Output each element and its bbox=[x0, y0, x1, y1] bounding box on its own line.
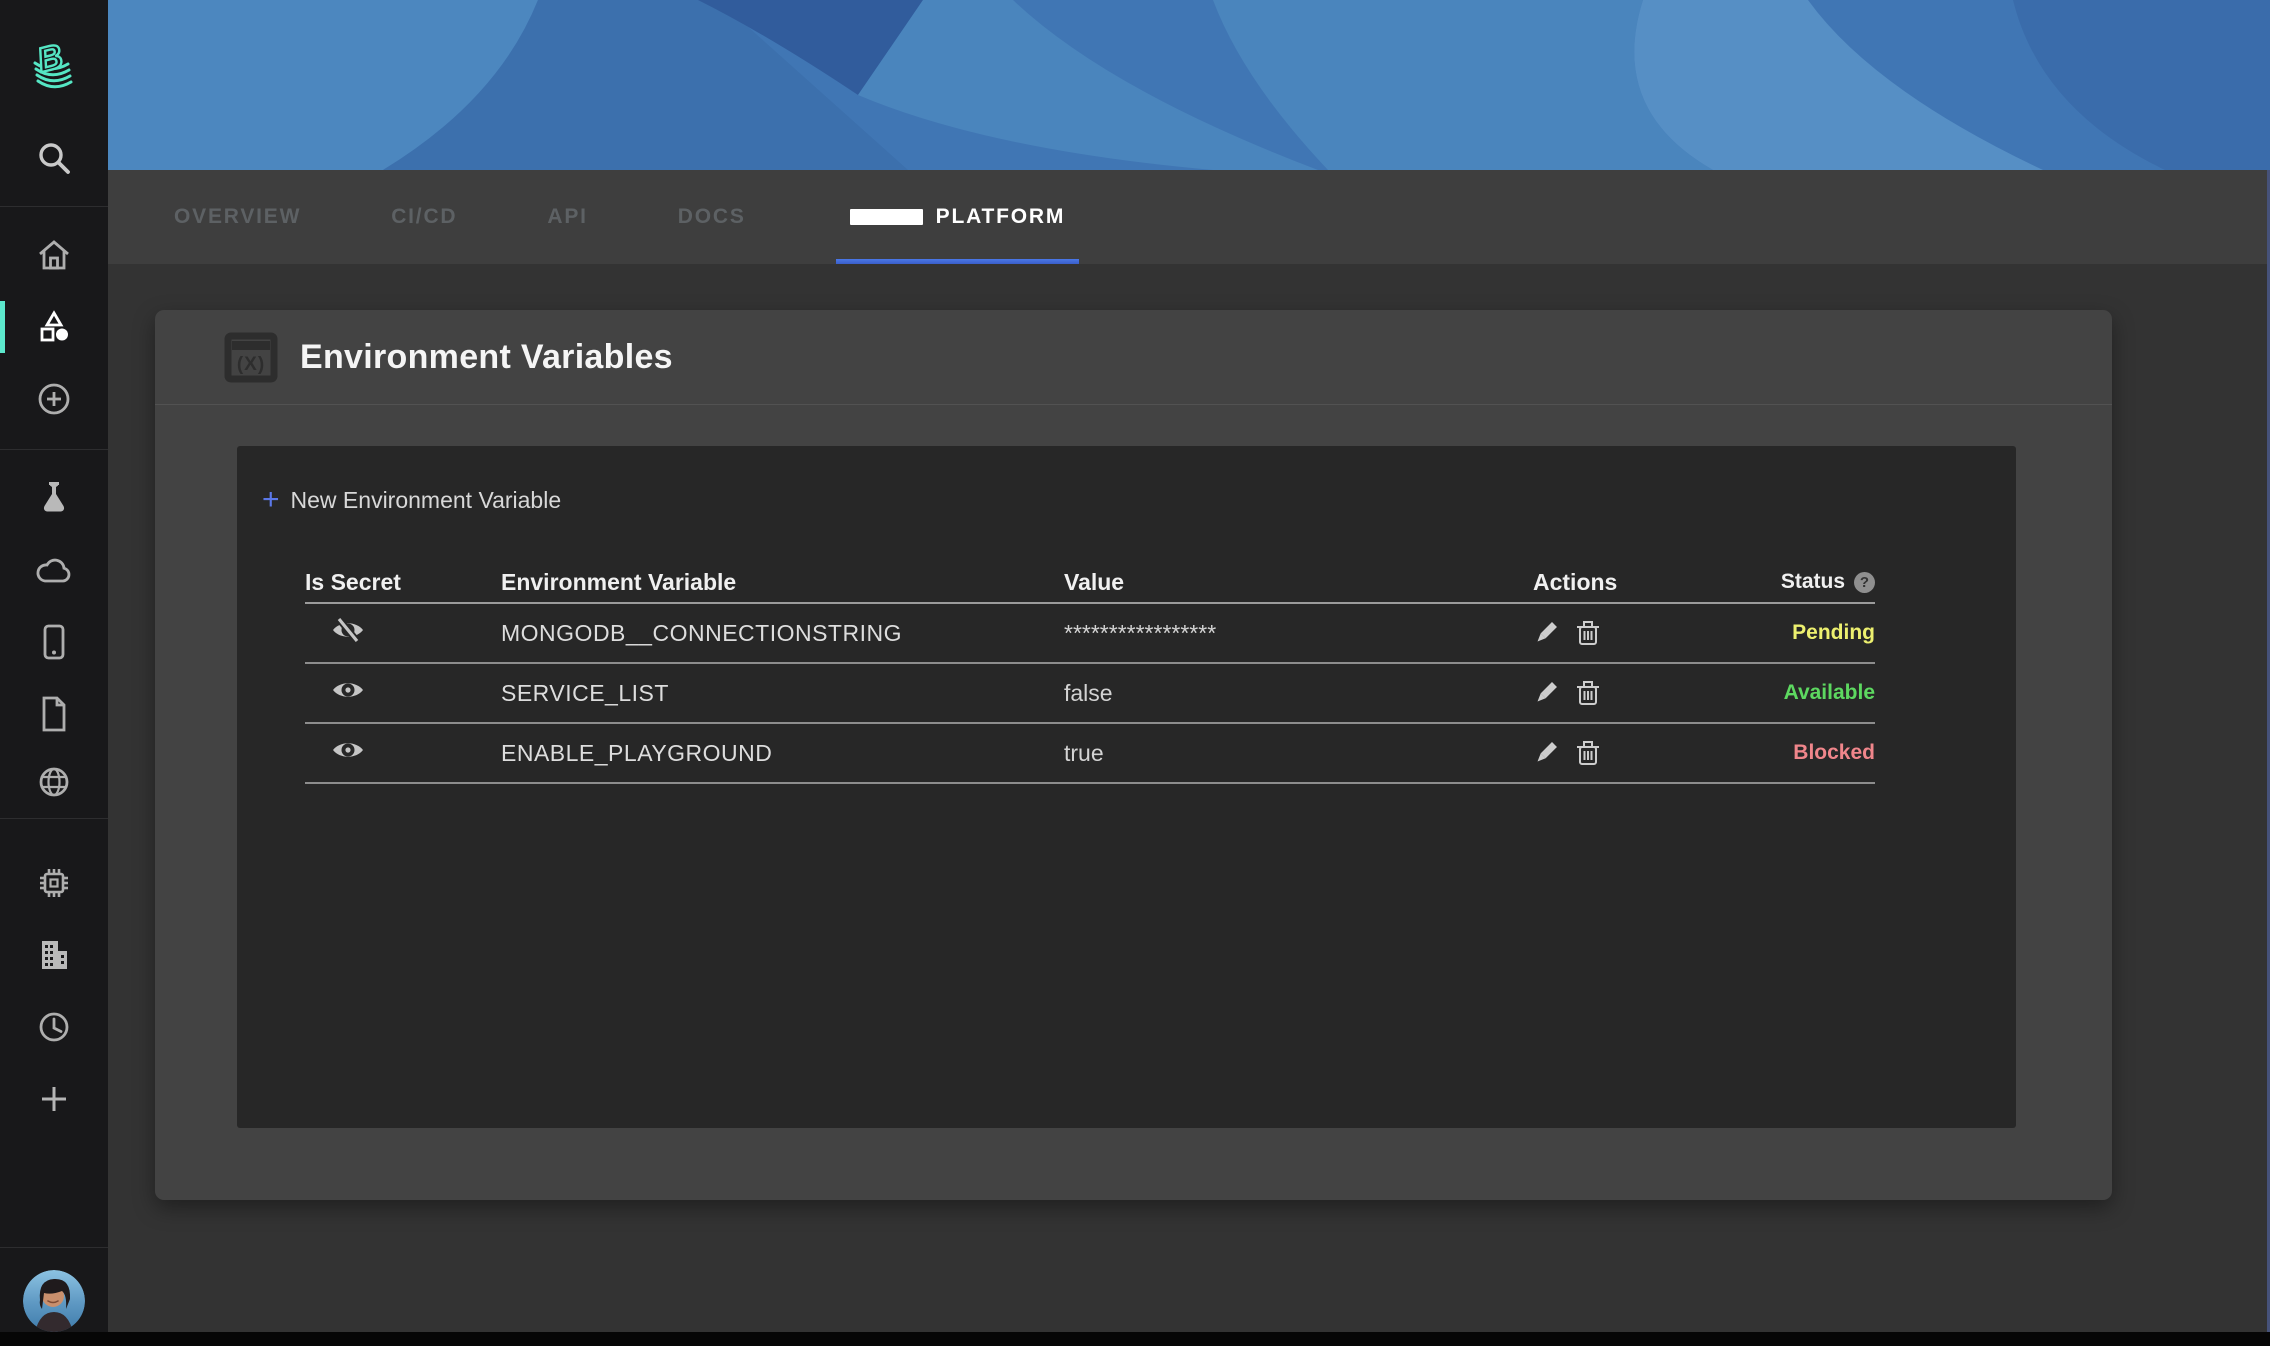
mobile-phone-icon bbox=[37, 623, 71, 661]
sidebar-item-search[interactable] bbox=[0, 126, 108, 190]
header-value: Value bbox=[1064, 569, 1533, 596]
sidebar-item-home[interactable] bbox=[0, 219, 108, 291]
variables-panel: + New Environment Variable Is Secret Env… bbox=[237, 446, 2016, 1128]
header-status: Status ? bbox=[1781, 570, 1875, 594]
new-environment-variable-button[interactable]: + New Environment Variable bbox=[262, 484, 2016, 516]
env-var-value: ***************** bbox=[1064, 620, 1533, 647]
tab-bar: OVERVIEW CI/CD API DOCS PLATFORM bbox=[108, 170, 2270, 264]
edit-pencil-icon[interactable] bbox=[1533, 620, 1559, 646]
delete-trash-icon[interactable] bbox=[1575, 679, 1601, 707]
env-variables-icon: (X) bbox=[222, 328, 280, 386]
clock-icon bbox=[36, 1009, 72, 1045]
sidebar-item-add[interactable] bbox=[0, 1063, 108, 1135]
header-banner bbox=[108, 0, 2270, 170]
page-content: (X) Environment Variables + New Environm… bbox=[108, 264, 2270, 1332]
brand-mark bbox=[850, 209, 923, 225]
eye-icon[interactable] bbox=[331, 678, 365, 702]
sidebar-divider bbox=[0, 1247, 108, 1248]
env-variables-table: Is Secret Environment Variable Value Act… bbox=[305, 562, 1875, 784]
plus-icon: + bbox=[262, 485, 280, 515]
svg-text:B: B bbox=[34, 39, 67, 80]
status-badge: Blocked bbox=[1793, 741, 1875, 765]
tab-docs[interactable]: DOCS bbox=[678, 170, 746, 264]
sidebar-item-organization[interactable] bbox=[0, 919, 108, 991]
tab-platform[interactable]: PLATFORM bbox=[836, 170, 1080, 264]
env-var-value: true bbox=[1064, 740, 1533, 767]
page-title: Environment Variables bbox=[300, 338, 673, 377]
tab-overview[interactable]: OVERVIEW bbox=[174, 170, 301, 264]
sidebar-item-history[interactable] bbox=[0, 991, 108, 1063]
status-help-icon[interactable]: ? bbox=[1854, 572, 1875, 593]
table-header-row: Is Secret Environment Variable Value Act… bbox=[305, 562, 1875, 604]
delete-trash-icon[interactable] bbox=[1575, 739, 1601, 767]
table-row: SERVICE_LIST false bbox=[305, 664, 1875, 724]
status-badge: Pending bbox=[1792, 621, 1875, 645]
sidebar-item-cloud[interactable] bbox=[0, 534, 108, 606]
sidebar-item-web[interactable] bbox=[0, 750, 108, 814]
card-header: (X) Environment Variables bbox=[155, 310, 2112, 405]
plus-circle-icon bbox=[36, 381, 72, 417]
application-window: OVERVIEW CI/CD API DOCS PLATFORM (X) Env… bbox=[0, 0, 2270, 1346]
table-row: ENABLE_PLAYGROUND true bbox=[305, 724, 1875, 784]
sidebar-item-experiments[interactable] bbox=[0, 462, 108, 534]
sidebar-item-files[interactable] bbox=[0, 678, 108, 750]
plus-icon bbox=[38, 1083, 70, 1115]
search-icon bbox=[35, 139, 73, 177]
sidebar-divider bbox=[0, 449, 108, 450]
tab-platform-label: PLATFORM bbox=[936, 205, 1066, 229]
flask-icon bbox=[36, 480, 72, 516]
avatar-photo bbox=[23, 1270, 85, 1332]
stacked-layers-logo-icon: B bbox=[25, 39, 83, 101]
env-var-name: ENABLE_PLAYGROUND bbox=[501, 740, 1064, 767]
cpu-chip-icon bbox=[35, 864, 73, 902]
user-avatar[interactable] bbox=[23, 1270, 85, 1332]
left-sidebar: B bbox=[0, 0, 108, 1346]
header-environment-variable: Environment Variable bbox=[501, 569, 1064, 596]
sidebar-divider bbox=[0, 206, 108, 207]
table-row: MONGODB__CONNECTIONSTRING **************… bbox=[305, 604, 1875, 664]
active-item-indicator bbox=[0, 301, 5, 353]
cloud-icon bbox=[34, 554, 74, 586]
banner-abstract-graphic bbox=[108, 0, 2270, 170]
status-badge: Available bbox=[1784, 681, 1875, 705]
sidebar-divider bbox=[0, 818, 108, 819]
edit-pencil-icon[interactable] bbox=[1533, 740, 1559, 766]
tab-api[interactable]: API bbox=[547, 170, 587, 264]
file-icon bbox=[37, 695, 71, 733]
sidebar-item-create[interactable] bbox=[0, 363, 108, 435]
new-environment-variable-label: New Environment Variable bbox=[291, 487, 562, 514]
header-actions: Actions bbox=[1533, 569, 1779, 596]
tab-cicd[interactable]: CI/CD bbox=[391, 170, 457, 264]
env-var-value: false bbox=[1064, 680, 1533, 707]
edit-pencil-icon[interactable] bbox=[1533, 680, 1559, 706]
header-status-label: Status bbox=[1781, 570, 1845, 594]
sidebar-item-mobile[interactable] bbox=[0, 606, 108, 678]
shapes-icon bbox=[36, 310, 72, 344]
building-icon bbox=[35, 937, 73, 973]
eye-icon[interactable] bbox=[331, 738, 365, 762]
app-logo[interactable]: B bbox=[0, 38, 108, 102]
environment-variables-card: (X) Environment Variables + New Environm… bbox=[155, 310, 2112, 1200]
sidebar-item-components[interactable] bbox=[0, 291, 108, 363]
bottom-edge-bar bbox=[0, 1332, 2270, 1346]
env-var-name: MONGODB__CONNECTIONSTRING bbox=[501, 620, 1064, 647]
svg-text:(X): (X) bbox=[237, 354, 265, 375]
delete-trash-icon[interactable] bbox=[1575, 619, 1601, 647]
env-var-name: SERVICE_LIST bbox=[501, 680, 1064, 707]
home-icon bbox=[36, 238, 72, 272]
header-is-secret: Is Secret bbox=[305, 569, 501, 596]
eye-off-icon[interactable] bbox=[331, 618, 365, 642]
sidebar-item-compute[interactable] bbox=[0, 847, 108, 919]
globe-icon bbox=[36, 764, 72, 800]
